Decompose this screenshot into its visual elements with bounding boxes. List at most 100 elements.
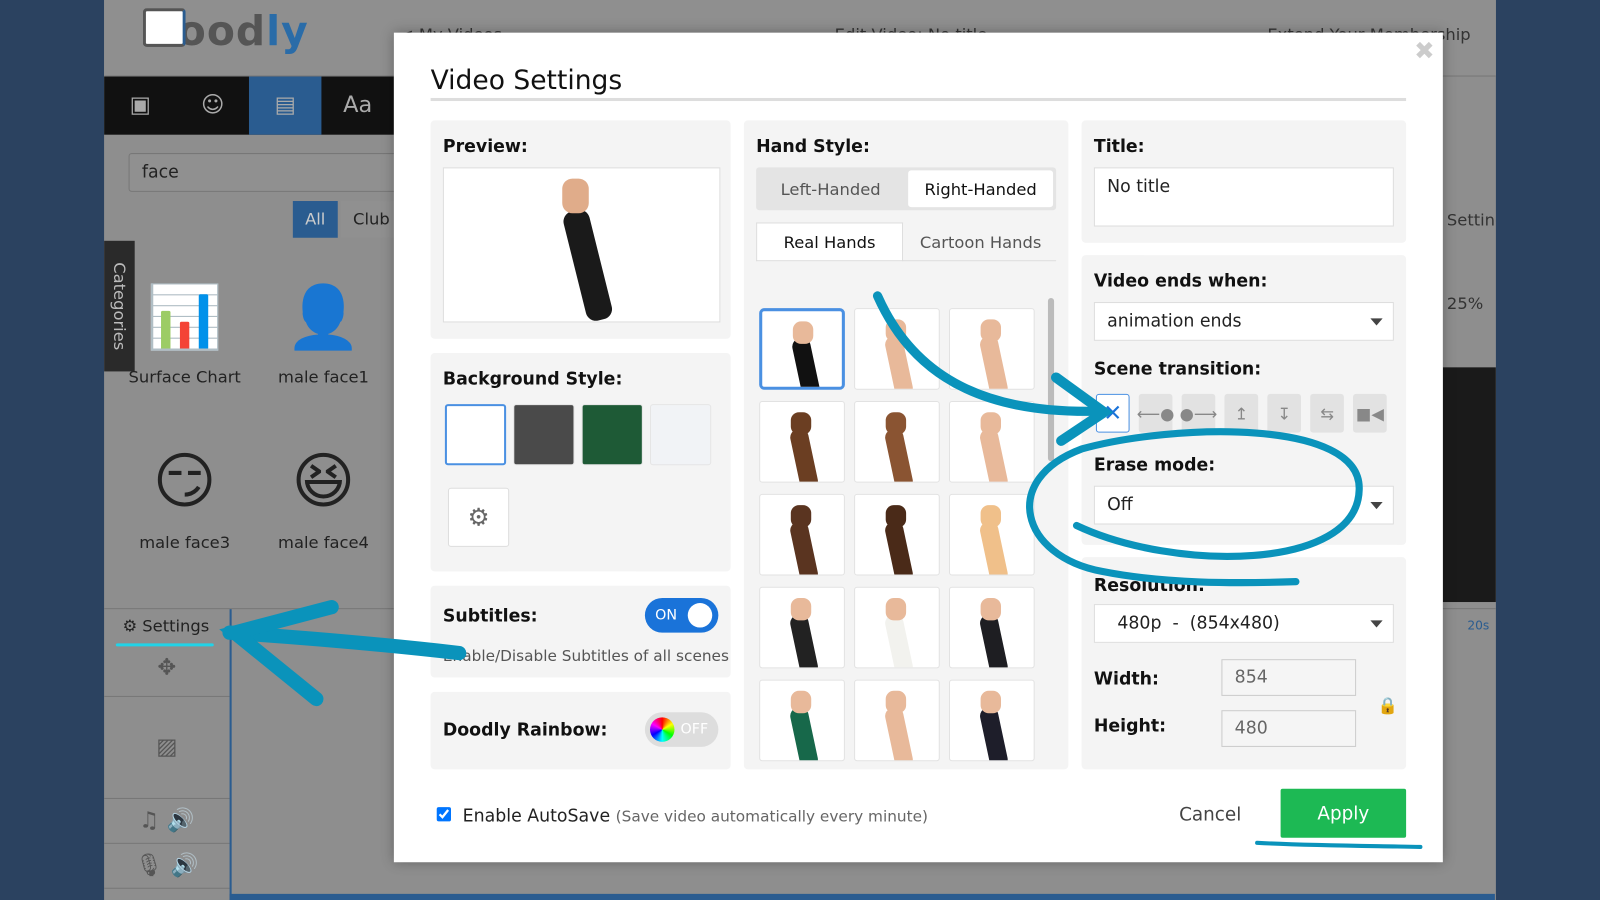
autosave-description: (Save video automatically every minute) [615,807,928,826]
asset-male-face4[interactable]: 😆 male face4 [257,431,390,552]
video-ends-label: Video ends when: [1093,271,1268,292]
hand-option[interactable] [948,586,1035,669]
width-label: Width: [1093,669,1159,690]
background-label: Background Style: [442,369,623,390]
face-icon: 😏 [152,445,217,518]
hand-option[interactable] [854,308,940,390]
zoom-readout: 25% [1446,293,1484,314]
hand-option[interactable] [759,493,845,576]
transition-slide-right-icon[interactable]: ●⟶ [1180,393,1217,433]
transition-camera-icon[interactable]: ■◀ [1353,393,1387,433]
tab-cartoon-hands[interactable]: Cartoon Hands [907,222,1054,261]
resolution-select[interactable]: 480p - (854x480) [1093,604,1394,643]
chevron-down-icon [1370,318,1383,326]
asset-label: male face1 [278,367,369,387]
asset-surface-chart[interactable]: 📊 Surface Chart [118,265,251,387]
background-swatch[interactable] [581,404,643,466]
height-input[interactable]: 480 [1221,710,1357,747]
apply-button[interactable]: Apply [1280,788,1407,838]
background-swatch[interactable] [649,404,712,466]
hand-option[interactable] [948,679,1035,762]
subtitles-description: Enable/Disable Subtitles of all scenes [442,646,729,666]
chevron-down-icon [1370,502,1383,510]
transition-slide-up-icon[interactable]: ↥ [1224,393,1259,433]
hand-option[interactable] [948,493,1035,576]
background-swatch[interactable] [513,404,575,466]
right-settings-tab[interactable]: Setting [1447,210,1496,229]
subtitles-toggle[interactable]: ON [644,597,719,633]
video-ends-select[interactable]: animation ends [1093,302,1394,341]
cancel-button[interactable]: Cancel [1161,790,1259,839]
text-icon[interactable]: Aa [321,77,393,135]
props-icon[interactable]: ▤ [248,76,322,135]
characters-icon[interactable]: ☺ [177,77,249,135]
filter-all[interactable]: All [292,201,338,238]
title-input[interactable]: No title [1093,167,1394,227]
subtitles-panel: Subtitles: ON Enable/Disable Subtitles o… [430,585,731,678]
hand-option[interactable] [759,586,845,669]
chevron-down-icon [1370,620,1383,628]
move-icon[interactable]: ✥ [104,640,230,697]
scene-transition-label: Scene transition: [1093,359,1262,380]
asset-label: male face4 [278,532,369,553]
autosave-label: Enable AutoSave [462,806,611,827]
hand-side-toggle: Left-Handed Right-Handed [756,167,1057,211]
tab-real-hands[interactable]: Real Hands [756,222,904,262]
rainbow-label: Doodly Rainbow: [442,720,608,741]
title-panel: Title: No title [1081,120,1407,243]
music-icon[interactable]: ♫ 🔊 [104,799,230,844]
asset-toolbar: ▣ ☺ ▤ Aa [104,76,394,135]
image-track-icon[interactable]: ▨ [104,697,230,799]
title-label: Title: [1093,136,1145,158]
transition-none-icon[interactable]: ✕ [1095,393,1130,433]
filter-club[interactable]: Club [340,201,402,238]
preview-label: Preview: [442,136,528,158]
resolution-label: Resolution: [1093,575,1205,596]
autosave-checkbox[interactable] [436,807,452,822]
asset-search-input[interactable]: face [128,153,405,192]
hand-option[interactable] [759,679,845,762]
hands-scrollbar[interactable] [1047,297,1055,462]
transition-slide-down-icon[interactable]: ↧ [1267,393,1302,433]
timeline-scrollbar[interactable] [229,893,1495,900]
height-label: Height: [1093,716,1167,737]
hand-option[interactable] [854,679,940,762]
chart-icon: 📊 [146,281,223,353]
image-icon[interactable]: ▣ [104,77,176,135]
rainbow-panel: Doodly Rainbow: OFF [430,691,731,770]
select-value: animation ends [1107,311,1242,332]
right-handed-option[interactable]: Right-Handed [908,170,1054,208]
hand-option[interactable] [854,586,940,669]
close-icon[interactable]: ✖ [1414,37,1435,66]
background-swatch[interactable] [444,404,507,466]
select-value: Off [1107,494,1133,516]
hand-option[interactable] [759,308,845,390]
hand-option[interactable] [854,493,940,576]
hand-option[interactable] [948,401,1035,483]
background-settings-gear-icon[interactable]: ⚙ [447,487,510,547]
asset-male-face3[interactable]: 😏 male face3 [118,431,251,552]
transition-slide-left-icon[interactable]: ⟵● [1137,393,1174,433]
hand-option[interactable] [854,401,940,483]
rainbow-toggle[interactable]: OFF [644,712,719,747]
lock-icon[interactable]: 🔒 [1378,696,1398,715]
face-icon: 😆 [291,445,356,518]
transition-swap-icon[interactable]: ⇆ [1310,393,1344,433]
hand-option[interactable] [759,401,845,483]
face-icon: 👤 [285,281,362,353]
toggle-state: ON [655,607,678,624]
timeline-settings-button[interactable]: ⚙ Settings [122,616,209,635]
hand-option[interactable] [948,308,1035,390]
hand-style-panel: Hand Style: Left-Handed Right-Handed Rea… [743,120,1069,770]
left-handed-option[interactable]: Left-Handed [756,167,905,210]
dialog-title: Video Settings [430,65,623,96]
preview-panel: Preview: [430,120,731,339]
microphone-icon[interactable]: 🎙 🔊 [104,844,230,889]
width-input[interactable]: 854 [1221,659,1357,696]
asset-label: Surface Chart [128,367,241,387]
asset-male-face1[interactable]: 👤 male face1 [257,265,390,387]
erase-mode-select[interactable]: Off [1093,485,1394,525]
video-settings-dialog: ✖ Video Settings Preview: Background Sty… [393,32,1443,863]
doodly-logo: Doodly [142,8,309,56]
subtitles-label: Subtitles: [442,606,538,627]
